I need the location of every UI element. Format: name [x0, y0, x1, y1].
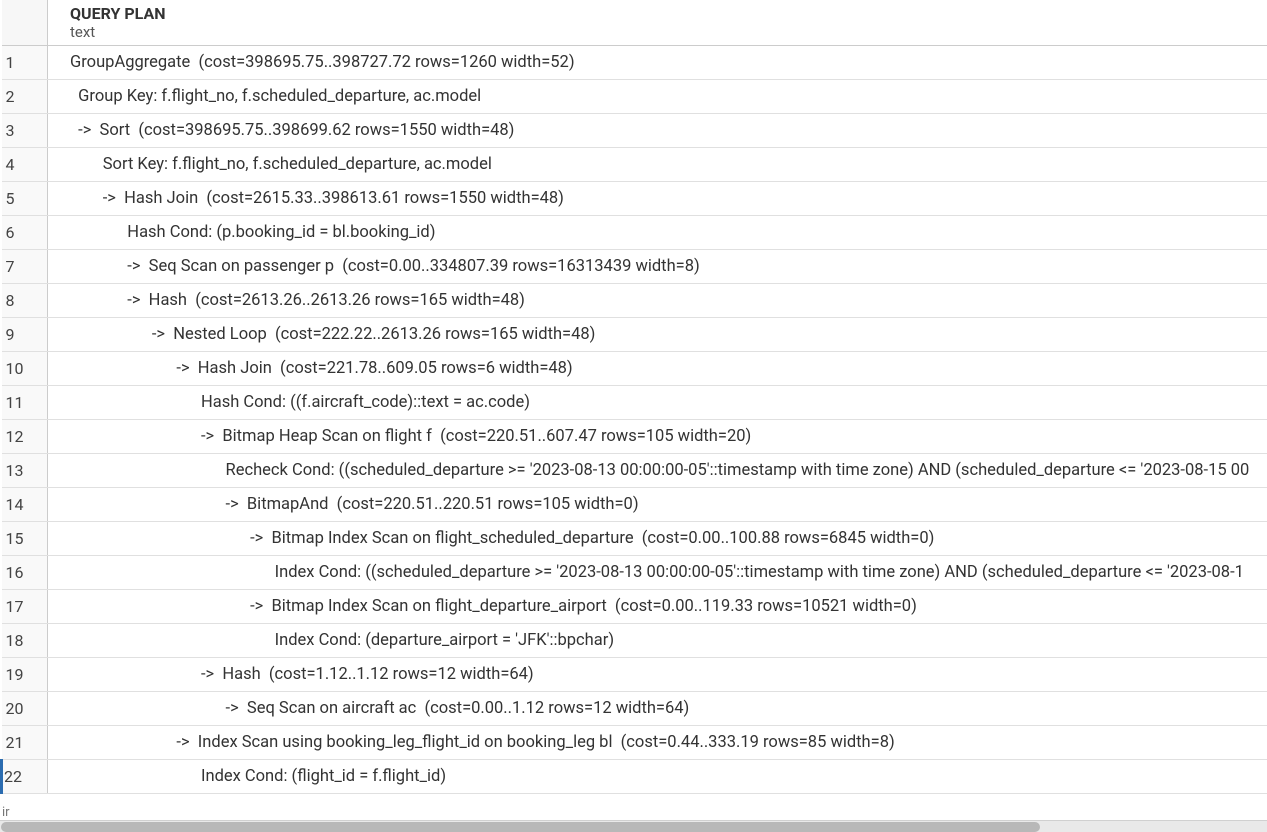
row-number-cell[interactable]: 4: [2, 148, 48, 182]
row-number-cell[interactable]: 2: [2, 80, 48, 114]
query-plan-cell[interactable]: Index Cond: (departure_airport = 'JFK'::…: [48, 624, 1267, 658]
table-row[interactable]: 16 Index Cond: ((scheduled_departure >= …: [2, 556, 1267, 590]
query-plan-cell[interactable]: -> Bitmap Heap Scan on flight f (cost=22…: [48, 420, 1267, 454]
column-header-query-plan[interactable]: QUERY PLAN text: [48, 0, 1267, 46]
row-number-cell[interactable]: 3: [2, 114, 48, 148]
query-plan-cell[interactable]: Hash Cond: ((f.aircraft_code)::text = ac…: [48, 386, 1267, 420]
table-row[interactable]: 20 -> Seq Scan on aircraft ac (cost=0.00…: [2, 692, 1267, 726]
table-row[interactable]: 10 -> Hash Join (cost=221.78..609.05 row…: [2, 352, 1267, 386]
query-plan-cell[interactable]: Recheck Cond: ((scheduled_departure >= '…: [48, 454, 1267, 488]
query-plan-cell[interactable]: -> Index Scan using booking_leg_flight_i…: [48, 726, 1267, 760]
row-number-cell[interactable]: 21: [2, 726, 48, 760]
row-number-cell[interactable]: 17: [2, 590, 48, 624]
row-number-cell[interactable]: 10: [2, 352, 48, 386]
row-number-cell[interactable]: 13: [2, 454, 48, 488]
query-plan-cell[interactable]: Hash Cond: (p.booking_id = bl.booking_id…: [48, 216, 1267, 250]
table-row[interactable]: 1GroupAggregate (cost=398695.75..398727.…: [2, 46, 1267, 80]
table-row[interactable]: 21 -> Index Scan using booking_leg_fligh…: [2, 726, 1267, 760]
horizontal-scrollbar[interactable]: [0, 820, 1267, 832]
row-number-cell[interactable]: 14: [2, 488, 48, 522]
table-row[interactable]: 6 Hash Cond: (p.booking_id = bl.booking_…: [2, 216, 1267, 250]
results-panel: QUERY PLAN text 1GroupAggregate (cost=39…: [0, 0, 1267, 832]
row-number-cell[interactable]: 8: [2, 284, 48, 318]
horizontal-scrollbar-thumb[interactable]: [1, 822, 1040, 832]
table-row[interactable]: 12 -> Bitmap Heap Scan on flight f (cost…: [2, 420, 1267, 454]
row-number-cell[interactable]: 5: [2, 182, 48, 216]
query-plan-cell[interactable]: -> Nested Loop (cost=222.22..2613.26 row…: [48, 318, 1267, 352]
query-plan-cell[interactable]: -> Bitmap Index Scan on flight_departure…: [48, 590, 1267, 624]
row-number-cell[interactable]: 11: [2, 386, 48, 420]
row-number-cell[interactable]: 18: [2, 624, 48, 658]
query-plan-cell[interactable]: Sort Key: f.flight_no, f.scheduled_depar…: [48, 148, 1267, 182]
row-number-cell[interactable]: 20: [2, 692, 48, 726]
query-plan-cell[interactable]: GroupAggregate (cost=398695.75..398727.7…: [48, 46, 1267, 80]
table-row[interactable]: 13 Recheck Cond: ((scheduled_departure >…: [2, 454, 1267, 488]
query-plan-cell[interactable]: Index Cond: (flight_id = f.flight_id): [48, 760, 1267, 794]
table-row[interactable]: 11 Hash Cond: ((f.aircraft_code)::text =…: [2, 386, 1267, 420]
query-plan-cell[interactable]: -> Hash Join (cost=221.78..609.05 rows=6…: [48, 352, 1267, 386]
row-number-cell[interactable]: 12: [2, 420, 48, 454]
status-bar-text: ir: [0, 805, 12, 820]
query-plan-cell[interactable]: Group Key: f.flight_no, f.scheduled_depa…: [48, 80, 1267, 114]
table-row[interactable]: 14 -> BitmapAnd (cost=220.51..220.51 row…: [2, 488, 1267, 522]
query-plan-cell[interactable]: -> Hash Join (cost=2615.33..398613.61 ro…: [48, 182, 1267, 216]
table-row[interactable]: 15 -> Bitmap Index Scan on flight_schedu…: [2, 522, 1267, 556]
query-plan-cell[interactable]: -> Seq Scan on passenger p (cost=0.00..3…: [48, 250, 1267, 284]
table-row[interactable]: 17 -> Bitmap Index Scan on flight_depart…: [2, 590, 1267, 624]
row-number-cell[interactable]: 22: [2, 760, 48, 794]
table-row[interactable]: 3 -> Sort (cost=398695.75..398699.62 row…: [2, 114, 1267, 148]
query-plan-cell[interactable]: -> Hash (cost=2613.26..2613.26 rows=165 …: [48, 284, 1267, 318]
row-number-cell[interactable]: 6: [2, 216, 48, 250]
table-header-row: QUERY PLAN text: [2, 0, 1267, 46]
table-row[interactable]: 7 -> Seq Scan on passenger p (cost=0.00.…: [2, 250, 1267, 284]
table-row[interactable]: 5 -> Hash Join (cost=2615.33..398613.61 …: [2, 182, 1267, 216]
table-row[interactable]: 18 Index Cond: (departure_airport = 'JFK…: [2, 624, 1267, 658]
table-row[interactable]: 9 -> Nested Loop (cost=222.22..2613.26 r…: [2, 318, 1267, 352]
query-plan-cell[interactable]: -> Hash (cost=1.12..1.12 rows=12 width=6…: [48, 658, 1267, 692]
row-number-cell[interactable]: 7: [2, 250, 48, 284]
table-row[interactable]: 19 -> Hash (cost=1.12..1.12 rows=12 widt…: [2, 658, 1267, 692]
column-type-label: text: [70, 23, 1267, 45]
row-number-cell[interactable]: 19: [2, 658, 48, 692]
row-number-cell[interactable]: 9: [2, 318, 48, 352]
column-title: QUERY PLAN: [70, 4, 166, 23]
query-plan-cell[interactable]: -> Seq Scan on aircraft ac (cost=0.00..1…: [48, 692, 1267, 726]
row-number-cell[interactable]: 15: [2, 522, 48, 556]
row-number-cell[interactable]: 1: [2, 46, 48, 80]
query-plan-cell[interactable]: -> Sort (cost=398695.75..398699.62 rows=…: [48, 114, 1267, 148]
query-plan-table: QUERY PLAN text 1GroupAggregate (cost=39…: [0, 0, 1267, 794]
query-plan-cell[interactable]: -> BitmapAnd (cost=220.51..220.51 rows=1…: [48, 488, 1267, 522]
table-row[interactable]: 22 Index Cond: (flight_id = f.flight_id): [2, 760, 1267, 794]
table-row[interactable]: 4 Sort Key: f.flight_no, f.scheduled_dep…: [2, 148, 1267, 182]
query-plan-cell[interactable]: -> Bitmap Index Scan on flight_scheduled…: [48, 522, 1267, 556]
row-number-cell[interactable]: 16: [2, 556, 48, 590]
table-row[interactable]: 2 Group Key: f.flight_no, f.scheduled_de…: [2, 80, 1267, 114]
table-row[interactable]: 8 -> Hash (cost=2613.26..2613.26 rows=16…: [2, 284, 1267, 318]
query-plan-cell[interactable]: Index Cond: ((scheduled_departure >= '20…: [48, 556, 1267, 590]
row-number-header[interactable]: [2, 0, 48, 46]
